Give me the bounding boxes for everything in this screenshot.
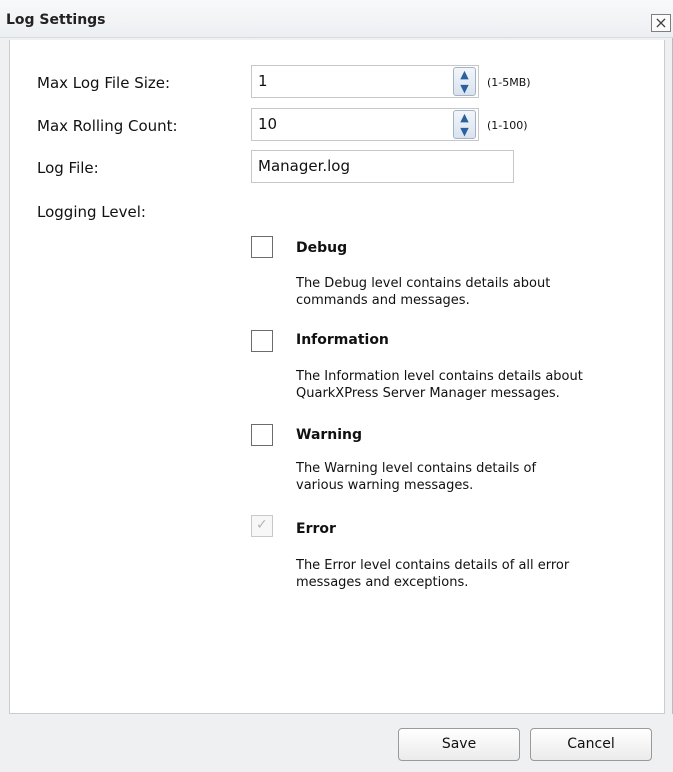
spin-up-icon[interactable]: ▲ <box>454 68 475 81</box>
max-log-file-size-spinner[interactable]: ▲ ▼ <box>453 67 476 96</box>
debug-checkbox[interactable] <box>251 236 273 258</box>
log-file-label: Log File: <box>37 159 99 177</box>
debug-desc-line-2: commands and messages. <box>296 292 646 309</box>
max-rolling-count-hint: (1-100) <box>487 119 528 132</box>
spin-down-icon[interactable]: ▼ <box>454 82 475 95</box>
debug-desc-line-1: The Debug level contains details about <box>296 275 646 292</box>
max-rolling-count-spinner[interactable]: ▲ ▼ <box>453 110 476 139</box>
information-level-name: Information <box>296 332 389 348</box>
warning-level-description: The Warning level contains details of va… <box>296 460 646 494</box>
log-settings-dialog: Log Settings × Max Log File Size: 1 ▲ ▼ … <box>0 0 673 772</box>
dialog-titlebar: Log Settings × <box>0 0 673 38</box>
spin-up-icon[interactable]: ▲ <box>454 111 475 124</box>
error-level-name: Error <box>296 521 336 537</box>
information-desc-line-1: The Information level contains details a… <box>296 368 646 385</box>
dialog-title: Log Settings <box>6 12 106 28</box>
information-desc-line-2: QuarkXPress Server Manager messages. <box>296 385 646 402</box>
logging-level-label: Logging Level: <box>37 203 146 221</box>
checkmark-icon: ✓ <box>256 517 268 533</box>
max-log-file-size-hint: (1-5MB) <box>487 76 531 89</box>
close-icon[interactable]: × <box>651 14 671 32</box>
max-rolling-count-input[interactable]: 10 <box>251 108 479 141</box>
information-checkbox[interactable] <box>251 330 273 352</box>
debug-level-description: The Debug level contains details about c… <box>296 275 646 309</box>
error-desc-line-2: messages and exceptions. <box>296 574 646 591</box>
spin-down-icon[interactable]: ▼ <box>454 125 475 138</box>
warning-desc-line-2: various warning messages. <box>296 477 646 494</box>
log-file-input[interactable]: Manager.log <box>251 150 514 183</box>
error-desc-line-1: The Error level contains details of all … <box>296 557 646 574</box>
error-checkbox: ✓ <box>251 515 273 537</box>
warning-checkbox[interactable] <box>251 424 273 446</box>
max-log-file-size-input[interactable]: 1 <box>251 65 479 98</box>
cancel-button[interactable]: Cancel <box>530 728 652 761</box>
save-button[interactable]: Save <box>398 728 520 761</box>
debug-level-name: Debug <box>296 240 347 256</box>
warning-level-name: Warning <box>296 427 362 443</box>
max-rolling-count-label: Max Rolling Count: <box>37 117 178 135</box>
max-log-file-size-label: Max Log File Size: <box>37 74 170 92</box>
information-level-description: The Information level contains details a… <box>296 368 646 402</box>
error-level-description: The Error level contains details of all … <box>296 557 646 591</box>
warning-desc-line-1: The Warning level contains details of <box>296 460 646 477</box>
